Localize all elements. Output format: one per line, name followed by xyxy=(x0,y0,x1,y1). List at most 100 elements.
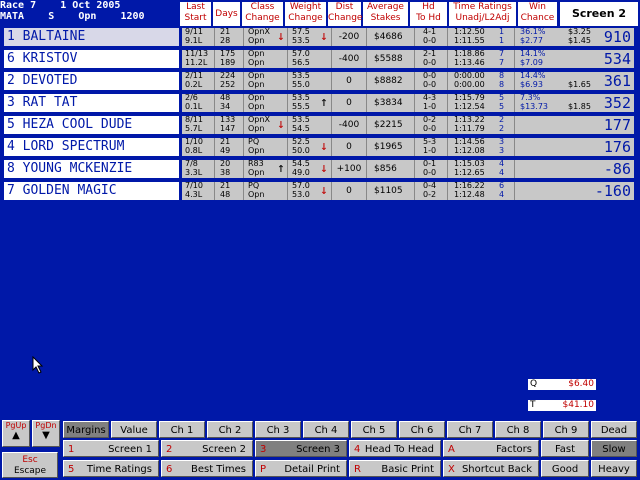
race-distance: 1200 xyxy=(120,11,145,22)
column-separator xyxy=(366,72,367,90)
button-screen-1[interactable]: 1 Screen 1 xyxy=(63,440,159,457)
weight-change: 57.0 53.0 xyxy=(292,181,310,200)
runner-row[interactable]: 7 GOLDEN MAGIC 7/10 4.3L 21 48 PQ Opn 57.0 53.0 ↓… xyxy=(4,181,634,201)
time-rank: 77 xyxy=(499,49,504,68)
runner-row[interactable]: 8 YOUNG MCKENZIE 7/8 3.3L 20 38 R83 Opn ↑ 54.5 49… xyxy=(4,159,634,179)
button-ch-8[interactable]: Ch 8 xyxy=(495,421,541,438)
runner-stats: 2/11 0.2L 224 252 Opn Opn 53.5 55.0 0 $8882 0-0 0-0… xyxy=(182,71,634,90)
button-ch-3[interactable]: Ch 3 xyxy=(255,421,301,438)
last-start: 7/8 3.3L xyxy=(185,159,202,178)
runner-row[interactable]: 2 DEVOTED 2/11 0.2L 224 252 Opn Opn 53.5 55.0 0 $8… xyxy=(4,71,634,91)
button-factors[interactable]: A Factors xyxy=(443,440,539,457)
time-rank-bottom: 5 xyxy=(499,101,505,111)
runner-row[interactable]: 1 BALTAINE 9/11 9.1L 21 28 OpnX Opn ↓ 57.5 53.5 ↓ -… xyxy=(4,27,634,47)
average-stakes: $1965 xyxy=(374,142,403,152)
button-screen-3[interactable]: 3 Screen 3 xyxy=(255,440,347,457)
runner-name[interactable]: 1 BALTAINE xyxy=(4,28,179,46)
runner-name[interactable]: 5 HEZA COOL DUDE xyxy=(4,116,179,134)
runner-name[interactable]: 3 RAT TAT xyxy=(4,94,179,112)
button-ch-6[interactable]: Ch 6 xyxy=(399,421,445,438)
header-days: Days xyxy=(213,2,241,26)
column-separator xyxy=(243,28,244,46)
class-change-bottom: Opn xyxy=(248,79,265,89)
column-separator xyxy=(447,182,448,200)
column-separator xyxy=(447,160,448,178)
win-chance: 36.1% $2.77 xyxy=(520,27,545,46)
button-fast[interactable]: Fast xyxy=(541,440,589,457)
down-triangle-icon: ▼ xyxy=(42,430,50,441)
price-bottom: $1.85 xyxy=(568,101,591,111)
button-head-to-head[interactable]: 4 Head To Head xyxy=(349,440,441,457)
button-shortcut-back[interactable]: X Shortcut Back xyxy=(443,460,539,477)
column-separator xyxy=(514,72,515,90)
button-value[interactable]: Value xyxy=(111,421,157,438)
last-start-bottom: 0.8L xyxy=(185,145,203,155)
average-stakes: $2215 xyxy=(374,120,403,130)
column-separator xyxy=(214,94,215,112)
button-ch-5[interactable]: Ch 5 xyxy=(351,421,397,438)
head-to-head: 5-3 1-0 xyxy=(423,137,436,156)
column-separator xyxy=(366,94,367,112)
runner-stats: 11/13 11.2L 175 189 Opn Opn 57.0 56.5 -400 $5588 2… xyxy=(182,49,634,68)
runner-name[interactable]: 7 GOLDEN MAGIC xyxy=(4,182,179,200)
class-change-bottom: Opn xyxy=(248,35,265,45)
button-ch-1[interactable]: Ch 1 xyxy=(159,421,205,438)
price: $1.65 xyxy=(568,72,591,90)
win-chance: 7.3% $13.73 xyxy=(520,93,548,112)
button-good[interactable]: Good xyxy=(541,460,589,477)
runner-name[interactable]: 6 KRISTOV xyxy=(4,50,179,68)
column-separator xyxy=(331,72,332,90)
button-best-times[interactable]: 6 Best Times xyxy=(161,460,253,477)
column-separator xyxy=(287,160,288,178)
button-ch-7[interactable]: Ch 7 xyxy=(447,421,493,438)
runner-name[interactable]: 2 DEVOTED xyxy=(4,72,179,90)
page-up-button[interactable]: PgUp ▲ xyxy=(2,420,30,447)
days-bottom: 189 xyxy=(220,57,236,67)
time-rank-bottom: 4 xyxy=(499,167,505,177)
column-separator xyxy=(514,94,515,112)
column-separator xyxy=(243,138,244,156)
runner-name[interactable]: 8 YOUNG MCKENZIE xyxy=(4,160,179,178)
class-change: Opn Opn xyxy=(248,71,265,90)
runner-row[interactable]: 3 RAT TAT 2/6 0.1L 48 34 Opn Opn 53.5 55.5 ↑ 0 $383… xyxy=(4,93,634,113)
runner-row[interactable]: 6 KRISTOV 11/13 11.2L 175 189 Opn Opn 57.0 56.5 -… xyxy=(4,49,634,69)
button-label: Good xyxy=(551,464,579,475)
average-stakes: $856 xyxy=(374,164,397,174)
column-separator xyxy=(514,160,515,178)
page-down-button[interactable]: PgDn ▼ xyxy=(32,420,60,447)
head-to-head-bottom: 0-0 xyxy=(423,79,437,89)
button-margins[interactable]: Margins xyxy=(63,421,109,438)
escape-button[interactable]: Esc Escape xyxy=(2,452,58,478)
button-detail-print[interactable]: P Detail Print xyxy=(255,460,347,477)
header-line-1: Days xyxy=(215,9,238,19)
column-separator xyxy=(214,160,215,178)
dist-change: -400 xyxy=(338,120,360,130)
button-basic-print[interactable]: R Basic Print xyxy=(349,460,441,477)
days-bottom: 38 xyxy=(220,167,231,177)
time-rank-bottom: 3 xyxy=(499,145,505,155)
button-ch-2[interactable]: Ch 2 xyxy=(207,421,253,438)
header-line-1: Last xyxy=(186,2,205,12)
button-screen-2[interactable]: 2 Screen 2 xyxy=(161,440,253,457)
days: 48 34 xyxy=(220,93,231,112)
button-dead[interactable]: Dead xyxy=(591,421,637,438)
button-time-ratings[interactable]: 5 Time Ratings xyxy=(63,460,159,477)
header-line-1: Hd xyxy=(422,2,435,12)
header-weight: Weight Change xyxy=(285,2,327,26)
dist-change: 0 xyxy=(346,98,352,108)
runner-row[interactable]: 4 LORD SPECTRUM 1/10 0.8L 21 49 PQ Opn 52.5 50.0… xyxy=(4,137,634,157)
button-heavy[interactable]: Heavy xyxy=(591,460,637,477)
days-bottom: 34 xyxy=(220,101,231,111)
class-change-bottom: Opn xyxy=(248,101,265,111)
last-start-bottom: 5.7L xyxy=(185,123,203,133)
runner-rating: -86 xyxy=(603,160,631,178)
time-ratings-bottom: 1:11.79 xyxy=(454,123,485,133)
runner-row[interactable]: 5 HEZA COOL DUDE 8/11 5.7L 133 147 OpnX Opn ↓ 53… xyxy=(4,115,634,135)
button-ch-4[interactable]: Ch 4 xyxy=(303,421,349,438)
button-ch-9[interactable]: Ch 9 xyxy=(543,421,589,438)
time-rank-bottom: 4 xyxy=(499,189,505,199)
button-slow[interactable]: Slow xyxy=(591,440,637,457)
time-ratings-bottom: 0:00.00 xyxy=(454,79,485,89)
column-separator xyxy=(287,116,288,134)
runner-name[interactable]: 4 LORD SPECTRUM xyxy=(4,138,179,156)
